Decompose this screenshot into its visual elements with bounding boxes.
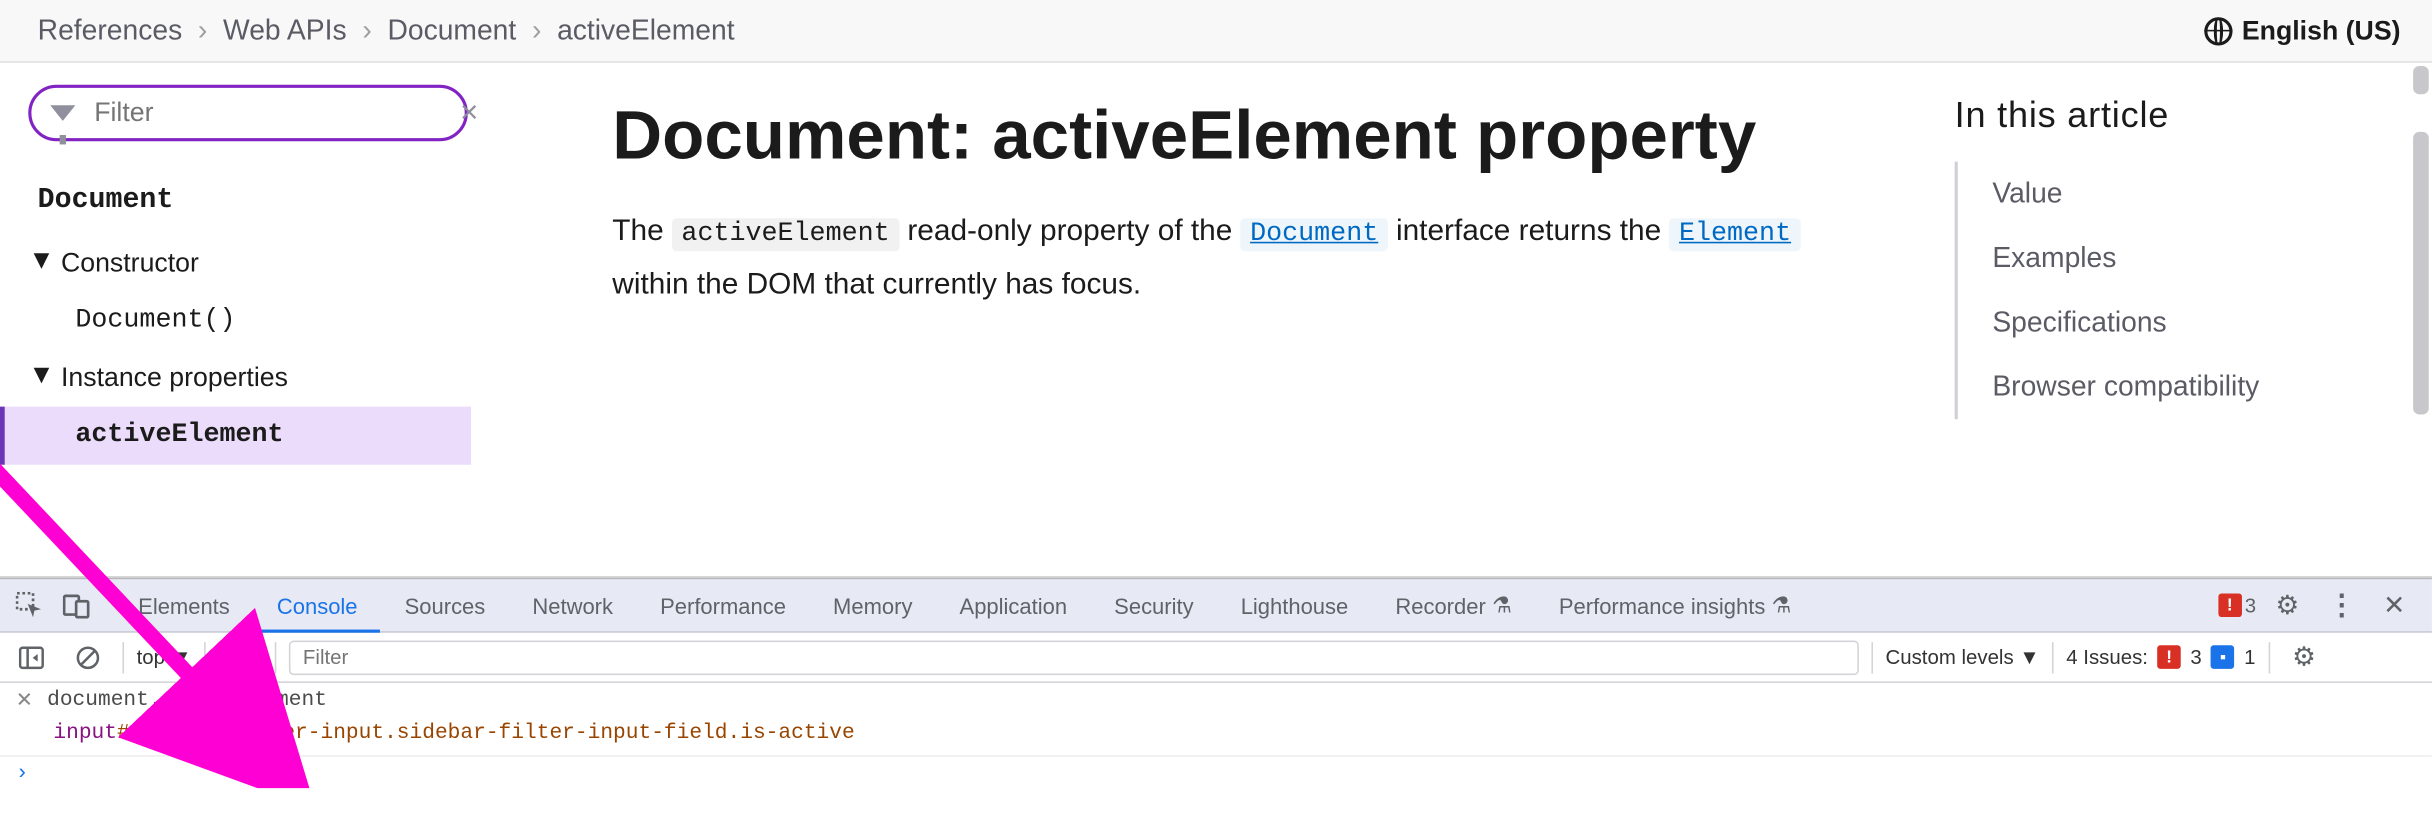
globe-icon [2204,16,2232,44]
clear-console-icon[interactable] [66,635,110,679]
console-expression: document.activeElement [47,689,327,713]
collapse-icon: ▼ [28,245,54,276]
filter-icon [50,105,75,121]
breadcrumb-webapis[interactable]: Web APIs [223,14,347,47]
error-icon: ! [2218,593,2242,617]
execution-context-selector[interactable]: top ▼ [137,645,192,669]
sidebar-item-activeelement[interactable]: activeElement [0,407,471,465]
console-output: ✕ document.activeElement input#sidebar-f… [0,683,2432,793]
sidebar-filter[interactable]: × [28,85,468,142]
settings-icon[interactable]: ⚙ [2266,583,2310,627]
page-body: × Document ▼Constructor Document() ▼Inst… [0,63,2432,578]
errors-badge[interactable]: ! 3 [2218,593,2256,617]
issues-summary[interactable]: 4 Issues: ! 3 ▪ 1 [2066,645,2255,669]
language-switcher[interactable]: English (US) [2204,0,2400,61]
breadcrumb-references[interactable]: References [38,14,183,47]
clear-entry-icon[interactable]: ✕ [16,689,35,713]
sidebar: × Document ▼Constructor Document() ▼Inst… [0,63,502,576]
tab-performance[interactable]: Performance [638,579,808,632]
devtools: Elements Console Sources Network Perform… [0,578,2432,793]
tab-memory[interactable]: Memory [811,579,934,632]
sidebar-toggle-icon[interactable] [9,635,53,679]
result-element-selector: #sidebar-filter-input.sidebar-filter-inp… [117,722,855,746]
toc-item-browser-compat[interactable]: Browser compatibility [1992,355,2413,419]
error-count: 3 [2245,593,2256,617]
console-result-line[interactable]: input#sidebar-filter-input.sidebar-filte… [0,719,2432,757]
article: Document: activeElement property The act… [502,63,1945,576]
link-document[interactable]: Document [1241,218,1388,251]
close-devtools-icon[interactable]: ✕ [2372,583,2416,627]
console-input-line: ✕ document.activeElement [0,683,2432,719]
sidebar-item-document[interactable]: Document() [28,292,486,350]
link-element[interactable]: Element [1670,218,1801,251]
toc-item-value[interactable]: Value [1992,162,2413,226]
console-settings-icon[interactable]: ⚙ [2282,635,2326,679]
flask-icon: ⚗ [1772,592,1792,619]
console-prompt[interactable]: › [0,757,2432,793]
tab-recorder[interactable]: Recorder⚗ [1373,579,1533,632]
page-title: Document: activeElement property [612,97,1914,176]
content-scrollbar[interactable] [2413,132,2429,415]
sidebar-heading[interactable]: Document [28,163,486,235]
chevron-right-icon: › [532,14,541,47]
language-label: English (US) [2242,15,2401,46]
info-icon: ▪ [2211,645,2235,669]
chevron-down-icon: ▼ [171,645,191,669]
console-toolbar: top ▼ Custom levels ▼ 4 Issues: ! 3 ▪ 1 ⚙ [0,633,2432,683]
collapse-icon: ▼ [28,360,54,391]
devtools-tabstrip: Elements Console Sources Network Perform… [0,579,2432,632]
issues-label: 4 Issues: [2066,645,2148,669]
more-icon[interactable]: ⋮ [2319,583,2363,627]
tab-application[interactable]: Application [938,579,1090,632]
tab-elements[interactable]: Elements [116,579,252,632]
sidebar-filter-input[interactable] [91,96,444,131]
error-icon: ! [2157,645,2181,669]
page-scrollbar[interactable] [2413,66,2429,94]
tab-security[interactable]: Security [1092,579,1215,632]
table-of-contents: In this article Value Examples Specifica… [1945,63,2432,576]
device-toolbar-icon[interactable] [53,583,97,627]
intro-paragraph: The activeElement read-only property of … [612,205,1805,313]
result-element-tag: input [53,722,117,746]
tab-sources[interactable]: Sources [383,579,508,632]
chevron-down-icon: ▼ [2019,645,2039,669]
inspect-element-icon[interactable] [6,583,50,627]
tab-console[interactable]: Console [255,579,380,632]
tab-network[interactable]: Network [510,579,635,632]
toc-item-specifications[interactable]: Specifications [1992,290,2413,354]
console-filter-input[interactable] [289,640,1859,675]
sidebar-group-label: Constructor [61,248,199,278]
code-activeelement: activeElement [672,218,899,251]
chevron-right-icon: › [362,14,371,47]
flask-icon: ⚗ [1492,592,1512,619]
live-expression-icon[interactable] [218,635,262,679]
toc-heading: In this article [1955,94,2413,136]
tab-performance-insights[interactable]: Performance insights⚗ [1537,579,1813,632]
clear-icon[interactable]: × [460,95,478,131]
breadcrumb-activeelement[interactable]: activeElement [557,14,735,47]
tab-lighthouse[interactable]: Lighthouse [1219,579,1371,632]
log-levels-selector[interactable]: Custom levels ▼ [1885,645,2039,669]
issues-error-count: 3 [2190,645,2201,669]
issues-info-count: 1 [2244,645,2255,669]
sidebar-group-label: Instance properties [61,363,288,393]
sidebar-group-instance-properties[interactable]: ▼Instance properties [28,350,486,407]
context-label: top [137,645,165,669]
sidebar-group-constructor[interactable]: ▼Constructor [28,236,486,293]
breadcrumb-bar: References › Web APIs › Document › activ… [0,0,2432,63]
chevron-right-icon: › [198,14,207,47]
breadcrumb-document[interactable]: Document [387,14,516,47]
toc-item-examples[interactable]: Examples [1992,226,2413,290]
